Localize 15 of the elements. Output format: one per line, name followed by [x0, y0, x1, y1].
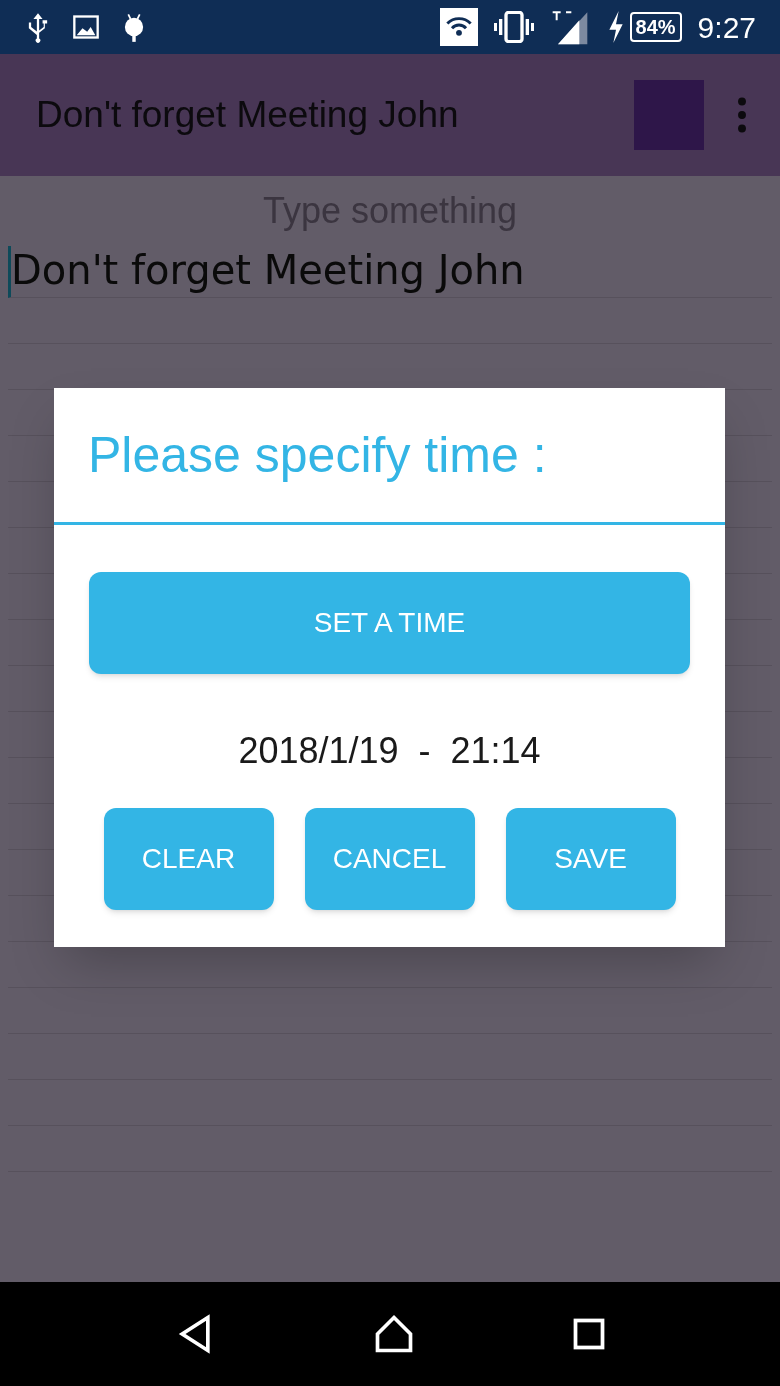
vibrate-icon	[493, 11, 534, 43]
dialog-button[interactable]: SAVE	[505, 808, 676, 910]
dialog-button[interactable]: CLEAR	[103, 808, 274, 910]
overflow-menu-icon	[736, 97, 748, 133]
note-text-field[interactable]: Don't forget Meeting John	[8, 246, 772, 298]
dialog-button[interactable]: CANCEL	[304, 808, 475, 910]
image-icon	[72, 13, 100, 41]
wifi-icon	[439, 8, 478, 46]
selected-datetime: 2018/1/19 - 21:14	[238, 729, 541, 773]
app-bar-title: Don't forget Meeting John	[36, 93, 460, 138]
set-time-button[interactable]: SET A TIME	[89, 572, 690, 674]
dialog-title: Please specify time :	[88, 425, 547, 485]
battery-indicator: 84%	[629, 12, 682, 42]
clock: 9:27	[697, 9, 756, 46]
color-swatch-button[interactable]	[634, 80, 704, 150]
